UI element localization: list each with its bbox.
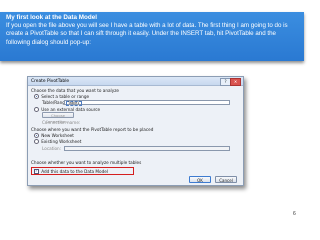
close-button[interactable]: ✕ xyxy=(230,78,241,86)
create-pivottable-dialog: Create PivotTable ? ✕ Choose the data th… xyxy=(27,76,244,186)
option-existing-worksheet-label: Existing Worksheet xyxy=(41,139,82,144)
location-label: Location: xyxy=(42,146,62,151)
option-new-worksheet[interactable]: New Worksheet xyxy=(34,133,74,139)
choose-connection-button[interactable]: Choose Connection... xyxy=(42,112,74,124)
ok-button[interactable]: OK xyxy=(189,176,211,183)
slide-number: 6 xyxy=(293,211,296,217)
intro-banner: My first look at the Data Model If you o… xyxy=(0,12,304,61)
section-multiple-label: Choose whether you want to analyze multi… xyxy=(31,160,142,165)
banner-title: My first look at the Data Model xyxy=(6,14,97,21)
add-to-data-model-label: Add this data to the Data Model xyxy=(41,169,109,174)
option-new-worksheet-label: New Worksheet xyxy=(41,133,74,138)
dialog-titlebar: Create PivotTable ? ✕ xyxy=(28,77,243,86)
option-select-table-label: Select a table or range xyxy=(41,94,90,99)
section-analyze-label: Choose the data that you want to analyze xyxy=(31,88,119,93)
banner-body: If you open the file above you will see … xyxy=(6,22,288,46)
connection-name-label: Connection name: xyxy=(42,120,81,125)
section-place-label: Choose where you want the PivotTable rep… xyxy=(31,127,154,132)
option-existing-worksheet[interactable]: Existing Worksheet xyxy=(34,139,81,145)
table-range-value: Table1 xyxy=(66,101,82,107)
cancel-button[interactable]: Cancel xyxy=(215,176,237,183)
add-to-data-model-option[interactable]: ✓ Add this data to the Data Model xyxy=(34,169,108,175)
table-range-input[interactable]: Table1 xyxy=(64,99,230,107)
radio-new-worksheet[interactable] xyxy=(34,133,40,139)
dialog-title: Create PivotTable xyxy=(31,78,70,84)
add-to-data-model-checkbox[interactable]: ✓ xyxy=(34,169,40,175)
location-input[interactable] xyxy=(64,145,230,151)
radio-external-source[interactable] xyxy=(34,107,40,113)
radio-existing-worksheet[interactable] xyxy=(34,139,40,145)
radio-select-table[interactable] xyxy=(34,94,40,100)
